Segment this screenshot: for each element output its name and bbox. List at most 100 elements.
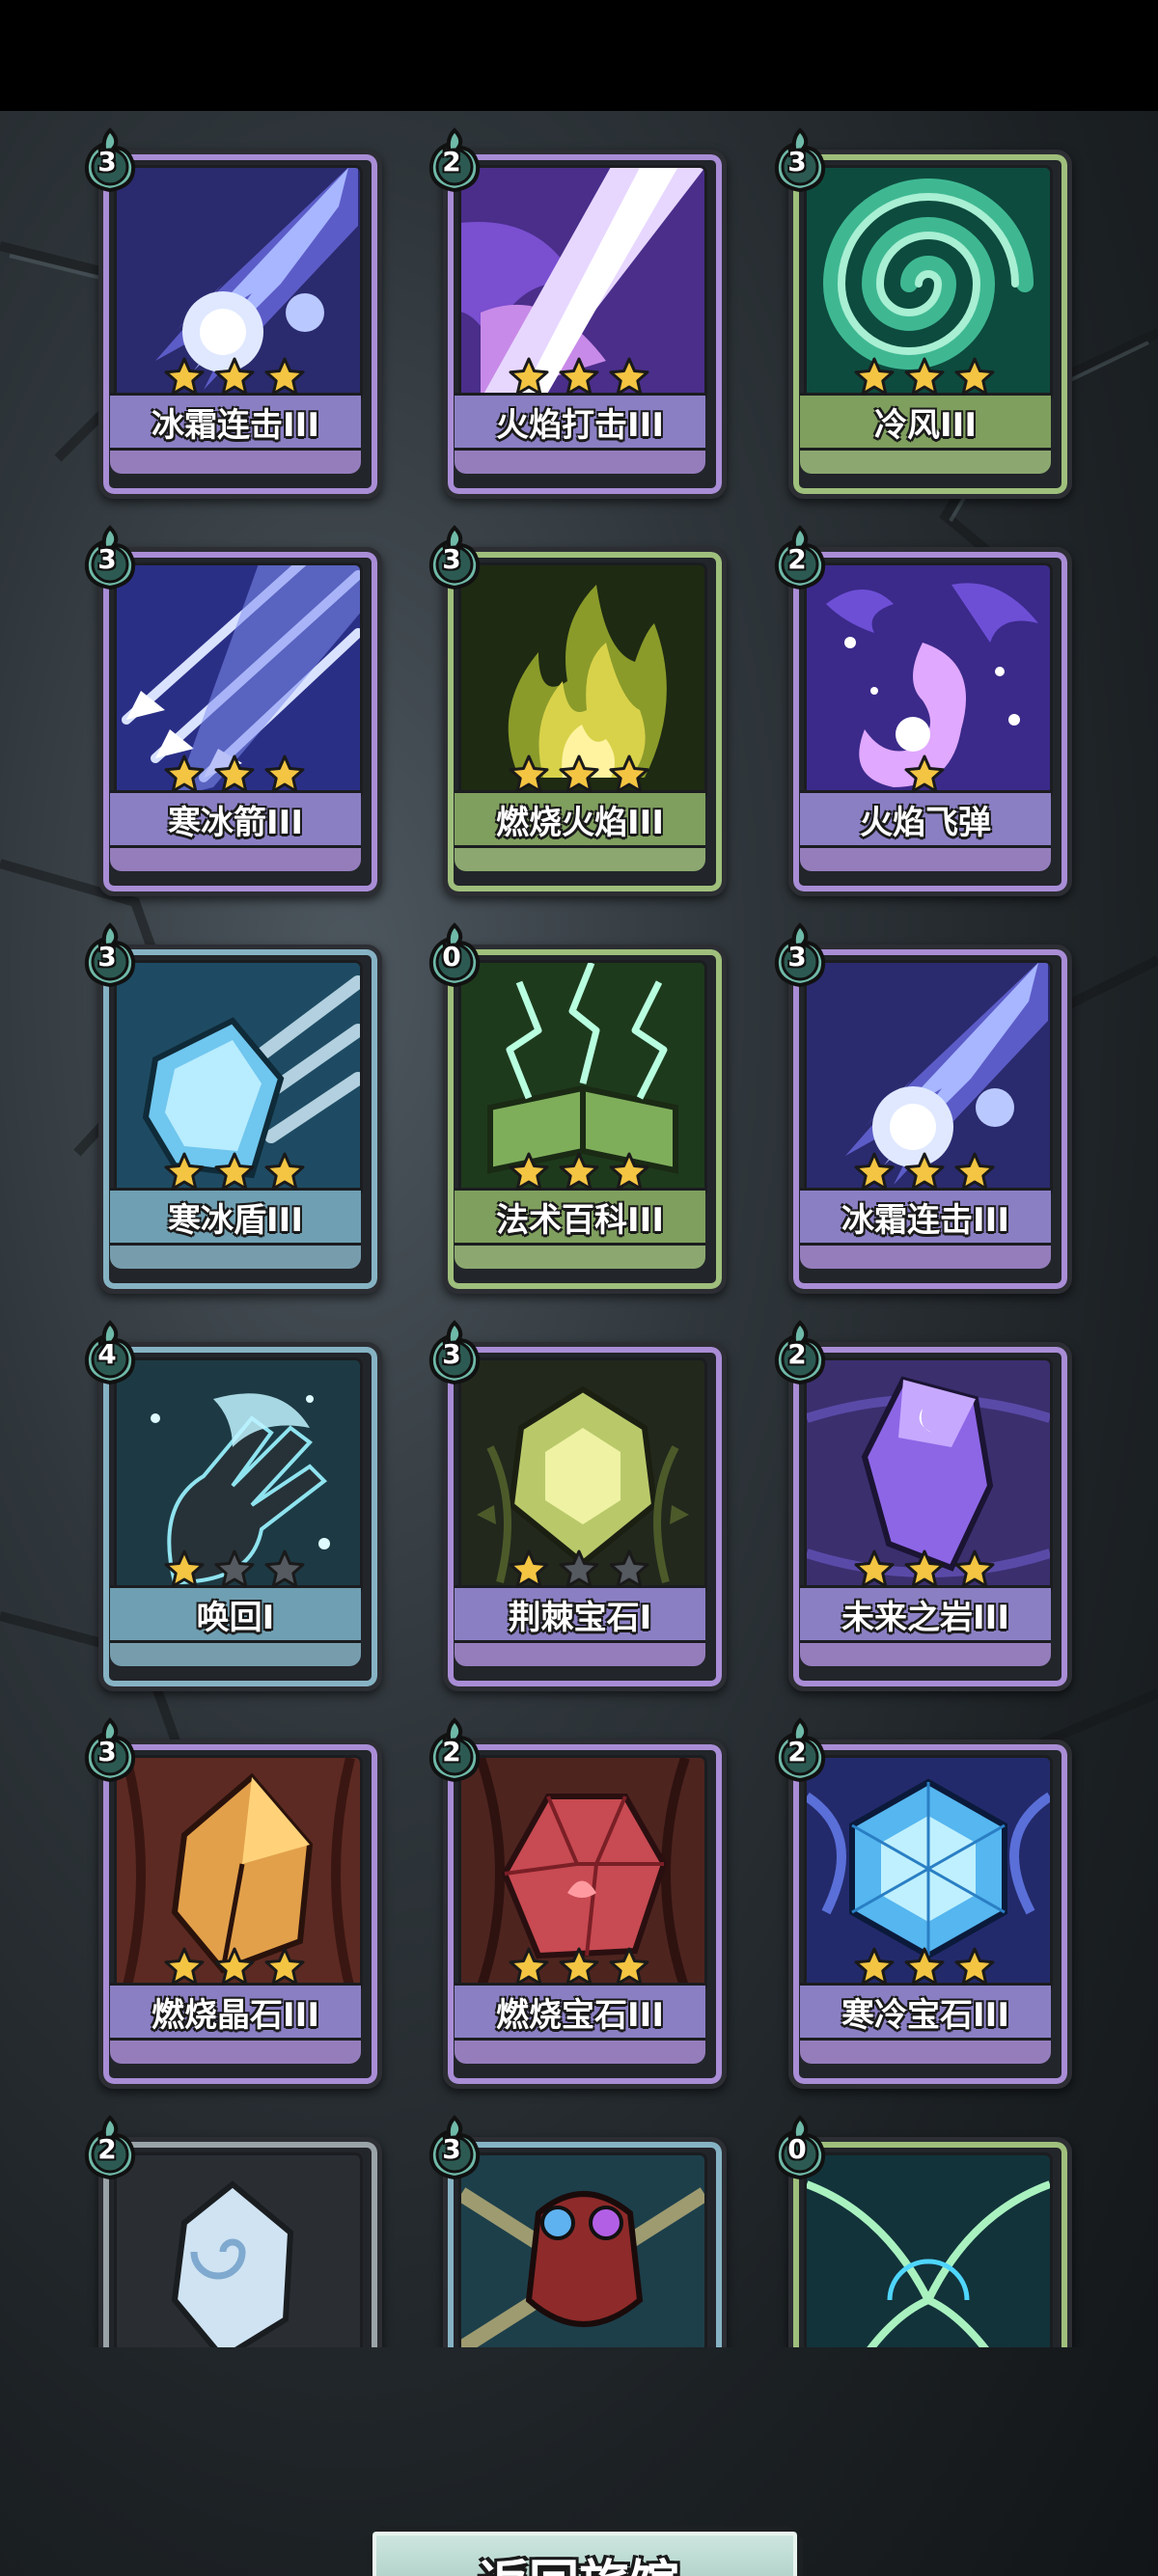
card-base — [110, 2037, 361, 2064]
mana-cost-value: 2 — [787, 1338, 807, 1370]
mana-cost-badge: 3 — [81, 524, 139, 591]
star-filled-icon — [904, 1152, 944, 1191]
spell-card[interactable]: 0 — [774, 2115, 1072, 2347]
mana-cost-badge: 2 — [426, 126, 483, 194]
star-filled-icon — [559, 357, 598, 396]
card-base — [455, 447, 705, 474]
mana-cost-value: 2 — [442, 146, 461, 178]
card-name-bar: 冷风III — [800, 393, 1051, 451]
card-stars — [777, 356, 1071, 400]
star-filled-icon — [854, 357, 894, 396]
card-name-bar: 寒冷宝石III — [800, 1983, 1051, 2041]
card-name: 唤回I — [196, 1598, 275, 1637]
spell-card[interactable]: 荆棘宝石I 3 — [428, 1320, 727, 1691]
spell-card[interactable]: 寒冷宝石III 2 — [774, 1717, 1072, 2089]
card-name-bar: 燃烧晶石III — [110, 1983, 361, 2041]
card-base — [455, 1639, 705, 1666]
card-name-bar: 燃烧宝石III — [455, 1983, 705, 2041]
spell-card[interactable]: 火焰飞弹 2 — [774, 525, 1072, 896]
card-base — [800, 1639, 1051, 1666]
card-name-bar: 寒冰盾III — [110, 1188, 361, 1246]
star-filled-icon — [214, 1947, 254, 1986]
star-filled-icon — [264, 1152, 304, 1191]
spell-card[interactable]: 3 — [428, 2115, 727, 2347]
mana-cost-badge: 2 — [771, 524, 829, 591]
mana-cost-badge: 3 — [81, 1716, 139, 1784]
star-filled-icon — [904, 1549, 944, 1588]
spell-card[interactable]: 冰霜连击III 3 — [774, 922, 1072, 1294]
spell-card[interactable]: 未来之岩III 2 — [774, 1320, 1072, 1691]
card-stars — [87, 1548, 381, 1593]
spell-card[interactable]: 法术百科III 0 — [428, 922, 727, 1294]
card-stars — [87, 2343, 381, 2347]
star-empty-icon — [559, 1549, 598, 1588]
mana-cost-value: 3 — [97, 1736, 117, 1768]
mana-cost-value: 3 — [442, 2133, 461, 2165]
card-name-bar: 冰霜连击III — [800, 1188, 1051, 1246]
spell-card[interactable]: 火焰打击III 2 — [428, 127, 727, 499]
card-art-wind-stone — [114, 2152, 363, 2347]
card-name-bar: 寒冰箭III — [110, 790, 361, 848]
card-stars — [87, 1151, 381, 1195]
star-filled-icon — [164, 1152, 204, 1191]
spell-card[interactable]: 寒冰箭III 3 — [84, 525, 382, 896]
card-name: 燃烧宝石III — [496, 1995, 664, 2035]
spell-card[interactable]: 2 — [84, 2115, 382, 2347]
card-name: 荆棘宝石I — [508, 1598, 652, 1637]
star-filled-icon — [609, 1947, 648, 1986]
star-filled-icon — [904, 357, 944, 396]
card-base — [800, 2037, 1051, 2064]
card-name-bar: 未来之岩III — [800, 1585, 1051, 1643]
card-name: 寒冰盾III — [168, 1200, 303, 1240]
card-art-lightning-web — [804, 2152, 1053, 2347]
spell-card[interactable]: 燃烧宝石III 2 — [428, 1717, 727, 2089]
card-stars — [87, 1946, 381, 1990]
card-stars — [777, 2343, 1071, 2347]
star-filled-icon — [264, 357, 304, 396]
spell-card[interactable]: 冷风III 3 — [774, 127, 1072, 499]
spell-card[interactable]: 唤回I 4 — [84, 1320, 382, 1691]
star-filled-icon — [854, 1947, 894, 1986]
card-base — [455, 2037, 705, 2064]
star-filled-icon — [904, 754, 944, 793]
mana-cost-badge: 3 — [81, 921, 139, 989]
card-name: 冷风III — [874, 405, 977, 445]
collection-screen: 冰霜连击III 3 火焰打击III 2 冷风III 3 寒冰箭III 3 燃烧火… — [0, 111, 1158, 2576]
card-name-bar: 荆棘宝石I — [455, 1585, 705, 1643]
spell-card[interactable]: 冰霜连击III 3 — [84, 127, 382, 499]
mana-cost-badge: 2 — [426, 1716, 483, 1784]
star-filled-icon — [264, 754, 304, 793]
card-stars — [431, 2343, 726, 2347]
card-stars — [431, 754, 726, 798]
mana-cost-value: 2 — [787, 543, 807, 575]
mana-cost-value: 0 — [787, 2133, 807, 2165]
mana-cost-badge: 0 — [426, 921, 483, 989]
card-name-bar: 唤回I — [110, 1585, 361, 1643]
star-filled-icon — [954, 357, 994, 396]
card-name-bar: 冰霜连击III — [110, 393, 361, 451]
card-name: 火焰打击III — [496, 405, 664, 445]
card-base — [110, 1639, 361, 1666]
star-empty-icon — [264, 1549, 304, 1588]
star-filled-icon — [904, 1947, 944, 1986]
spell-card[interactable]: 燃烧火焰III 3 — [428, 525, 727, 896]
card-base — [455, 844, 705, 871]
star-filled-icon — [214, 1152, 254, 1191]
star-filled-icon — [609, 1152, 648, 1191]
mana-cost-badge: 3 — [426, 524, 483, 591]
mana-cost-value: 3 — [97, 146, 117, 178]
spell-card[interactable]: 寒冰盾III 3 — [84, 922, 382, 1294]
card-stars — [87, 356, 381, 400]
star-filled-icon — [854, 1152, 894, 1191]
spell-card[interactable]: 燃烧晶石III 3 — [84, 1717, 382, 2089]
mana-cost-badge: 0 — [771, 2114, 829, 2181]
mana-cost-value: 3 — [97, 543, 117, 575]
card-name: 冰霜连击III — [841, 1200, 1009, 1240]
card-name: 寒冰箭III — [168, 803, 303, 842]
mana-cost-badge: 4 — [81, 1319, 139, 1386]
card-art-power-gauntlet — [458, 2152, 707, 2347]
return-to-inn-button[interactable]: 返回旅馆 — [359, 2518, 799, 2576]
star-filled-icon — [559, 754, 598, 793]
star-filled-icon — [509, 1549, 548, 1588]
card-name-bar: 火焰飞弹 — [800, 790, 1051, 848]
